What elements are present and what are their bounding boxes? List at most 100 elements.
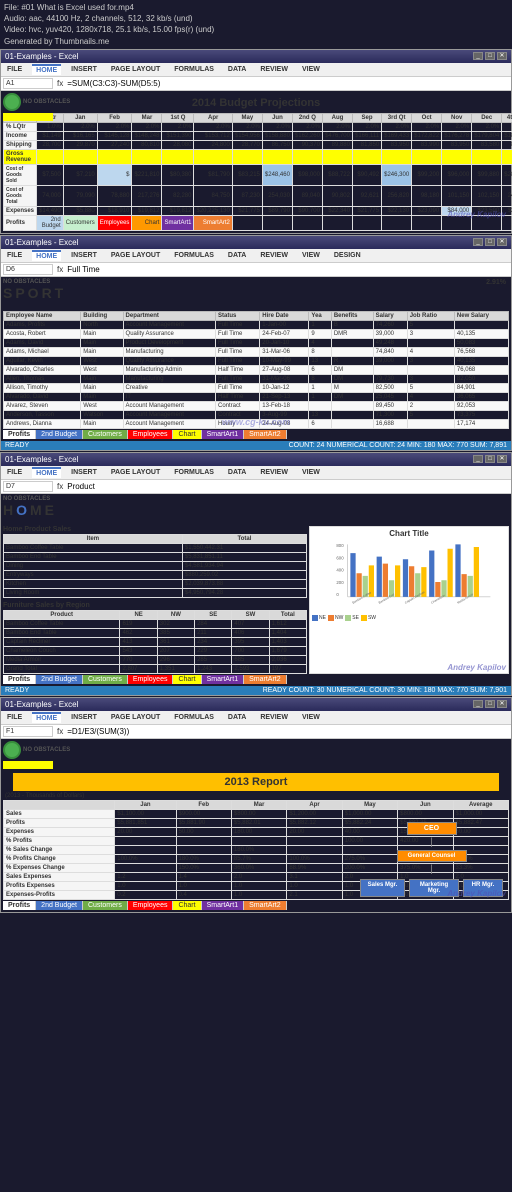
sheet-tab-employees-3[interactable]: Employees bbox=[128, 675, 174, 684]
name-box-2[interactable]: D6 bbox=[3, 264, 53, 275]
name-box-4[interactable]: F1 bbox=[3, 726, 53, 737]
sheet-tab-customers-3[interactable]: Customers bbox=[83, 675, 128, 684]
furniture-cell: 285 bbox=[195, 655, 232, 664]
sheet-tab-2ndbudget-3[interactable]: 2nd Budget bbox=[36, 675, 83, 684]
ribbon-view-3[interactable]: VIEW bbox=[298, 468, 324, 477]
sheet-tab-2ndbudget-4[interactable]: 2nd Budget bbox=[36, 901, 83, 910]
ribbon-home-1[interactable]: HOME bbox=[32, 64, 61, 75]
product-cell: Bamboo Coffee Table bbox=[4, 543, 183, 552]
employee-cell: Main bbox=[81, 338, 123, 347]
ribbon-data-2[interactable]: DATA bbox=[224, 251, 250, 260]
ribbon-view-4[interactable]: VIEW bbox=[298, 713, 324, 722]
close-btn-2[interactable]: ✕ bbox=[497, 238, 507, 246]
name-box-1[interactable]: A1 bbox=[3, 78, 53, 89]
furniture-cell: 619 bbox=[120, 619, 157, 628]
window-controls-4[interactable]: _ □ ✕ bbox=[473, 700, 507, 708]
sheet-tab-chart-2[interactable]: Chart bbox=[173, 430, 201, 439]
budget-cell: 2.0% bbox=[262, 122, 292, 131]
budget-cell: 2.0% bbox=[292, 122, 322, 131]
sheet-tab-chart-4[interactable]: Chart bbox=[173, 901, 201, 910]
table-row: Cost of Goods Total 74,000 79,090 78,880… bbox=[4, 185, 512, 206]
ribbon-home-4[interactable]: HOME bbox=[32, 712, 61, 723]
ribbon-pagelayout-2[interactable]: PAGE LAYOUT bbox=[107, 251, 164, 260]
report-cell: 1.4 bbox=[176, 872, 231, 881]
sheet-tab-smartart2-3[interactable]: SmartArt2 bbox=[244, 675, 287, 684]
formula-input-3[interactable] bbox=[67, 482, 509, 491]
ribbon-view-2[interactable]: VIEW bbox=[298, 251, 324, 260]
sheet-tab-smartart1-2[interactable]: SmartArt1 bbox=[202, 430, 245, 439]
sheet-tab-customers-4[interactable]: Customers bbox=[83, 901, 128, 910]
furniture-cell: 302 bbox=[157, 619, 194, 628]
budget-cell: $81,790 bbox=[194, 164, 232, 185]
ribbon-data-3[interactable]: DATA bbox=[224, 468, 250, 477]
name-box-3[interactable]: D7 bbox=[3, 481, 53, 492]
report-title-4: 2013 Report bbox=[13, 773, 499, 791]
sheet-tab-chart-3[interactable]: Chart bbox=[173, 675, 201, 684]
employee-cell: Quality Assurance bbox=[123, 329, 215, 338]
ribbon-pagelayout-4[interactable]: PAGE LAYOUT bbox=[107, 713, 164, 722]
ribbon-file-3[interactable]: FILE bbox=[3, 468, 26, 477]
ribbon-file-2[interactable]: FILE bbox=[3, 251, 26, 260]
ribbon-design-2[interactable]: DESIGN bbox=[330, 251, 365, 260]
ribbon-formulas-3[interactable]: FORMULAS bbox=[170, 468, 218, 477]
sheet-tab-smartart2-2[interactable]: SmartArt2 bbox=[244, 430, 287, 439]
furniture-cell: 207 bbox=[157, 646, 194, 655]
ribbon-view-1[interactable]: VIEW bbox=[298, 65, 324, 74]
sheet-tab-smartart1-4[interactable]: SmartArt1 bbox=[202, 901, 245, 910]
sheet-tab-employees-2[interactable]: Employees bbox=[128, 430, 174, 439]
ribbon-review-1[interactable]: REVIEW bbox=[256, 65, 292, 74]
ribbon-review-3[interactable]: REVIEW bbox=[256, 468, 292, 477]
sheet-tab-smartart2-4[interactable]: SmartArt2 bbox=[244, 901, 287, 910]
sheet-tab-2ndbudget-2[interactable]: 2nd Budget bbox=[36, 430, 83, 439]
ribbon-formulas-2[interactable]: FORMULAS bbox=[170, 251, 218, 260]
minimize-btn-2[interactable]: _ bbox=[473, 238, 483, 246]
ribbon-pagelayout-1[interactable]: PAGE LAYOUT bbox=[107, 65, 164, 74]
ribbon-review-4[interactable]: REVIEW bbox=[256, 713, 292, 722]
sheet-tab-employees-4[interactable]: Employees bbox=[128, 901, 174, 910]
maximize-btn-4[interactable]: □ bbox=[485, 700, 495, 708]
ribbon-formulas-1[interactable]: FORMULAS bbox=[170, 65, 218, 74]
ribbon-formulas-4[interactable]: FORMULAS bbox=[170, 713, 218, 722]
formula-bar-4: F1 fx bbox=[1, 725, 511, 739]
ribbon-insert-3[interactable]: INSERT bbox=[67, 468, 101, 477]
furniture-cell: 700 bbox=[232, 646, 269, 655]
window-controls-1[interactable]: _ □ ✕ bbox=[473, 52, 507, 60]
maximize-btn-2[interactable]: □ bbox=[485, 238, 495, 246]
window-controls-3[interactable]: _ □ ✕ bbox=[473, 455, 507, 463]
sheet-tab-customers-2[interactable]: Customers bbox=[83, 430, 128, 439]
formula-input-2[interactable] bbox=[67, 265, 509, 274]
close-btn-3[interactable]: ✕ bbox=[497, 455, 507, 463]
maximize-btn-3[interactable]: □ bbox=[485, 455, 495, 463]
minimize-btn-1[interactable]: _ bbox=[473, 52, 483, 60]
maximize-btn-1[interactable]: □ bbox=[485, 52, 495, 60]
ribbon-file-4[interactable]: FILE bbox=[3, 713, 26, 722]
ribbon-home-3[interactable]: HOME bbox=[32, 467, 61, 478]
ribbon-1: FILE HOME INSERT PAGE LAYOUT FORMULAS DA… bbox=[1, 63, 511, 77]
close-btn-4[interactable]: ✕ bbox=[497, 700, 507, 708]
product-cell: $4,581,934.94 bbox=[182, 561, 306, 570]
list-item: Allison, TimothyMainCreativeFull Time10-… bbox=[4, 383, 509, 392]
budget-cell bbox=[472, 149, 502, 164]
ribbon-home-2[interactable]: HOME bbox=[32, 250, 61, 261]
formula-input-4[interactable] bbox=[67, 727, 509, 736]
ribbon-pagelayout-3[interactable]: PAGE LAYOUT bbox=[107, 468, 164, 477]
formula-input-1[interactable] bbox=[67, 79, 509, 88]
sheet-tab-profits-2[interactable]: Profits bbox=[3, 430, 36, 439]
ribbon-insert-2[interactable]: INSERT bbox=[67, 251, 101, 260]
employee-cell: North bbox=[81, 320, 123, 329]
close-btn-1[interactable]: ✕ bbox=[497, 52, 507, 60]
ribbon-review-2[interactable]: REVIEW bbox=[256, 251, 292, 260]
sheet-tab-profits-4[interactable]: Profits bbox=[3, 901, 36, 910]
minimize-btn-4[interactable]: _ bbox=[473, 700, 483, 708]
ribbon-file-1[interactable]: FILE bbox=[3, 65, 26, 74]
budget-cell: Profits bbox=[4, 215, 37, 230]
ribbon-insert-1[interactable]: INSERT bbox=[67, 65, 101, 74]
sheet-tab-profits-3[interactable]: Profits bbox=[3, 675, 36, 684]
ribbon-data-4[interactable]: DATA bbox=[224, 713, 250, 722]
window-controls-2[interactable]: _ □ ✕ bbox=[473, 238, 507, 246]
sheet-tab-smartart1-3[interactable]: SmartArt1 bbox=[202, 675, 245, 684]
employee-cell: Aguilar, Kevin bbox=[4, 356, 81, 365]
ribbon-insert-4[interactable]: INSERT bbox=[67, 713, 101, 722]
minimize-btn-3[interactable]: _ bbox=[473, 455, 483, 463]
ribbon-data-1[interactable]: DATA bbox=[224, 65, 250, 74]
